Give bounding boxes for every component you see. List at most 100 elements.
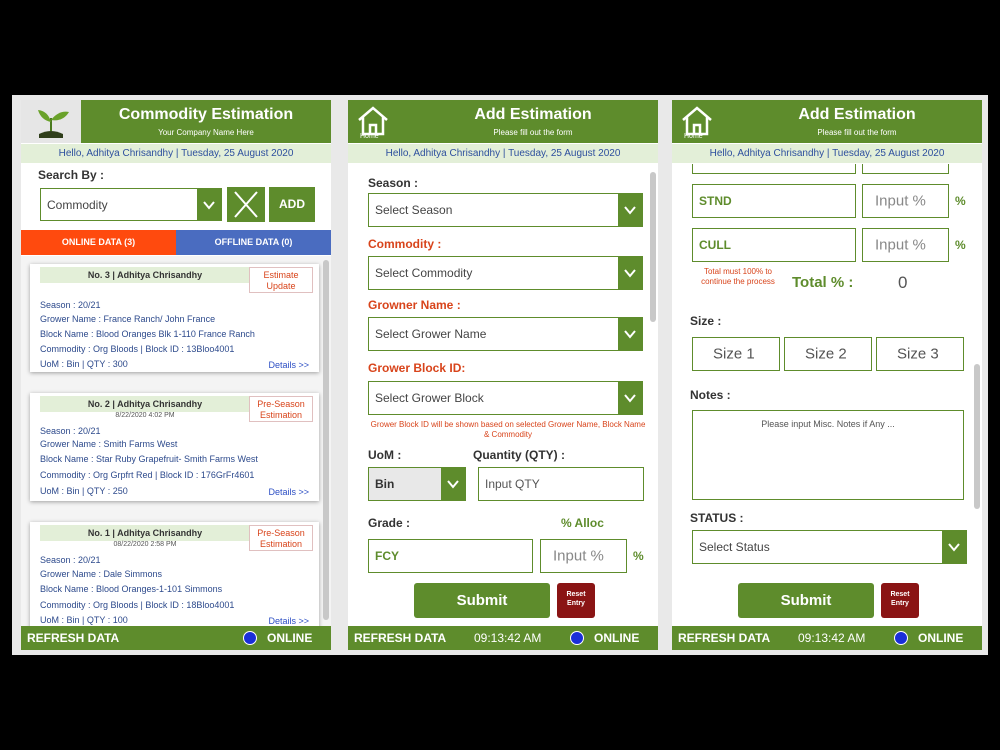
online-status-icon xyxy=(570,631,584,645)
scrollbar[interactable] xyxy=(650,172,656,322)
grade-label: Grade : xyxy=(368,516,411,530)
season-label: Season : xyxy=(368,176,419,190)
chevron-down-icon xyxy=(441,468,465,500)
partial-field[interactable] xyxy=(692,164,856,174)
stnd-percent-input[interactable]: Input % xyxy=(862,184,949,218)
size-3-button[interactable]: Size 3 xyxy=(876,337,964,371)
card-title: No. 2 | Adhitya Chrisandhy xyxy=(40,396,250,412)
tab-online-data[interactable]: ONLINE DATA (3) xyxy=(21,230,176,255)
uom-label: UoM : xyxy=(368,448,402,462)
connection-status: ONLINE xyxy=(594,631,640,645)
commodity-dropdown[interactable]: Select Commodity xyxy=(368,256,643,290)
status-badge: Pre-Season Estimation xyxy=(249,525,313,551)
commodity-label: Commodity : xyxy=(368,237,442,251)
header: Home Add Estimation Please fill out the … xyxy=(672,100,982,143)
status-footer: REFRESH DATA ONLINE xyxy=(21,626,331,650)
partial-field[interactable] xyxy=(862,164,949,174)
uom-dropdown[interactable]: Bin xyxy=(368,467,466,501)
size-2-button[interactable]: Size 2 xyxy=(784,337,872,371)
search-by-value: Commodity xyxy=(47,197,108,212)
plant-icon xyxy=(38,110,69,138)
header: Commodity Estimation Your Company Name H… xyxy=(21,100,331,143)
refresh-data-button[interactable]: REFRESH DATA xyxy=(27,631,119,645)
uom-value: Bin xyxy=(375,477,395,491)
quantity-input[interactable]: Input QTY xyxy=(478,467,644,501)
grower-name-label: Growner Name : xyxy=(368,298,461,312)
search-by-dropdown[interactable]: Commodity xyxy=(40,188,222,221)
greeting-bar: Hello, Adhitya Chrisandhy | Tuesday, 25 … xyxy=(348,144,658,163)
clock: 09:13:42 AM xyxy=(798,631,866,645)
status-badge: Estimate Update xyxy=(249,267,313,293)
card-timestamp: 08/22/2020 2:58 PM xyxy=(113,541,177,548)
grade-value: FCY xyxy=(375,549,399,563)
details-link[interactable]: Details >> xyxy=(268,487,309,497)
notes-textarea[interactable]: Please input Misc. Notes if Any ... xyxy=(692,410,964,500)
reset-entry-button[interactable]: Reset Entry xyxy=(557,583,595,618)
clear-search-button[interactable] xyxy=(227,187,265,222)
details-link[interactable]: Details >> xyxy=(268,616,309,626)
grower-name-dropdown[interactable]: Select Grower Name xyxy=(368,317,643,351)
submit-button[interactable]: Submit xyxy=(738,583,874,618)
online-status-icon xyxy=(243,631,257,645)
home-label: Home xyxy=(684,133,703,140)
stnd-field[interactable]: STND xyxy=(692,184,856,218)
submit-button[interactable]: Submit xyxy=(414,583,550,618)
cull-label: CULL xyxy=(699,238,731,252)
total-note: Total must 100% to continue the process xyxy=(701,267,775,286)
size-1-label: Size 1 xyxy=(713,345,755,363)
refresh-data-button[interactable]: REFRESH DATA xyxy=(678,631,770,645)
chevron-down-icon xyxy=(197,189,221,220)
size-label: Size : xyxy=(690,314,722,328)
status-footer: REFRESH DATA 09:13:42 AM ONLINE xyxy=(672,626,982,650)
quantity-label: Quantity (QTY) : xyxy=(473,448,565,462)
card-season: Season : 20/21 xyxy=(40,300,101,310)
card-grower: Grower Name : Dale Simmons xyxy=(40,569,163,579)
page-title: Add Estimation xyxy=(474,106,592,123)
add-button[interactable]: ADD xyxy=(269,187,315,222)
header: Home Add Estimation Please fill out the … xyxy=(348,100,658,143)
tab-offline-data[interactable]: OFFLINE DATA (0) xyxy=(176,230,331,255)
season-dropdown[interactable]: Select Season xyxy=(368,193,643,227)
notes-label: Notes : xyxy=(690,388,731,402)
connection-status: ONLINE xyxy=(918,631,964,645)
list-item[interactable]: No. 2 | Adhitya Chrisandhy 8/22/2020 4:0… xyxy=(30,393,319,501)
details-link[interactable]: Details >> xyxy=(268,360,309,370)
form-scroll-area: STND Input % % CULL Input % % Total must… xyxy=(672,164,982,572)
connection-status: ONLINE xyxy=(267,631,313,645)
card-timestamp: 8/22/2020 4:02 PM xyxy=(115,412,175,419)
grower-name-placeholder: Select Grower Name xyxy=(375,327,487,341)
status-label: STATUS : xyxy=(690,511,744,525)
list-item[interactable]: No. 3 | Adhitya Chrisandhy Estimate Upda… xyxy=(30,264,319,372)
clock: 09:13:42 AM xyxy=(474,631,542,645)
scrollbar[interactable] xyxy=(323,260,329,620)
grower-block-dropdown[interactable]: Select Grower Block xyxy=(368,381,643,415)
percent-sign: % xyxy=(955,238,966,252)
season-placeholder: Select Season xyxy=(375,203,453,217)
chevron-down-icon xyxy=(618,382,642,414)
stnd-percent-placeholder: Input % xyxy=(875,192,926,210)
card-title: No. 3 | Adhitya Chrisandhy xyxy=(40,267,250,283)
status-badge: Pre-Season Estimation xyxy=(249,396,313,422)
search-by-label: Search By : xyxy=(38,168,105,182)
cull-percent-input[interactable]: Input % xyxy=(862,228,949,262)
app-logo xyxy=(21,100,81,143)
grade-alloc-input[interactable]: Input % xyxy=(540,539,627,573)
scrollbar[interactable] xyxy=(974,364,980,509)
chevron-down-icon xyxy=(618,257,642,289)
total-label: Total % : xyxy=(792,274,854,291)
cull-field[interactable]: CULL xyxy=(692,228,856,262)
status-placeholder: Select Status xyxy=(699,540,770,554)
grower-block-placeholder: Select Grower Block xyxy=(375,391,484,405)
page-title: Commodity Estimation xyxy=(118,106,294,123)
stnd-label: STND xyxy=(699,194,732,208)
grade-field[interactable]: FCY xyxy=(368,539,533,573)
chevron-down-icon xyxy=(618,318,642,350)
size-1-button[interactable]: Size 1 xyxy=(692,337,780,371)
refresh-data-button[interactable]: REFRESH DATA xyxy=(354,631,446,645)
list-item[interactable]: No. 1 | Adhitya Chrisandhy 08/22/2020 2:… xyxy=(30,522,319,630)
status-dropdown[interactable]: Select Status xyxy=(692,530,967,564)
card-uom: UoM : Bin | QTY : 250 xyxy=(40,486,128,496)
card-uom: UoM : Bin | QTY : 300 xyxy=(40,359,128,369)
card-title: No. 1 | Adhitya Chrisandhy xyxy=(40,525,250,541)
reset-entry-button[interactable]: Reset Entry xyxy=(881,583,919,618)
